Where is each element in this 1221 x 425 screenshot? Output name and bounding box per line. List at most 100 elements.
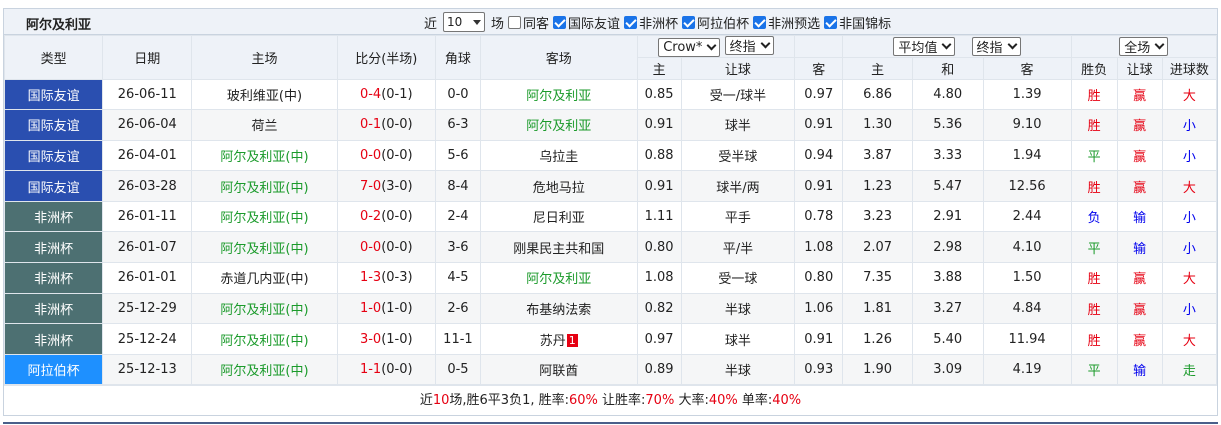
- table-row[interactable]: 非洲杯 26-01-07 阿尔及利亚(中) 0-0(0-0) 3-6 刚果民主共和国 0.8…: [3, 231, 1218, 264]
- league-cell[interactable]: 非洲杯: [3, 292, 104, 325]
- away-team-cell[interactable]: 阿尔及利亚: [479, 109, 638, 141]
- away-team-cell[interactable]: 阿尔及利亚: [479, 78, 638, 111]
- team-title: 阿尔及利亚: [26, 18, 92, 33]
- euro-draw-odds: 3.09: [911, 353, 984, 386]
- home-team[interactable]: 阿尔及利亚(中): [191, 292, 338, 325]
- score-cell[interactable]: 1-0(1-0): [336, 292, 436, 325]
- score-cell[interactable]: 0-0(0-0): [336, 139, 436, 172]
- score-cell[interactable]: 0-0(0-0): [336, 231, 436, 264]
- score-cell[interactable]: 1-1(0-0): [336, 353, 436, 386]
- league-cell[interactable]: 非洲杯: [3, 200, 104, 233]
- table-row[interactable]: 国际友谊 26-06-04 荷兰 0-1(0-0) 6-3 阿尔及利亚 0.91 球半 0.91…: [3, 109, 1218, 141]
- euro-home-odds: 2.07: [842, 231, 913, 264]
- table-row[interactable]: 非洲杯 25-12-24 阿尔及利亚(中) 3-0(1-0) 11-1 苏丹 1 0.97 球半…: [3, 323, 1218, 355]
- result-cell: 胜: [1070, 292, 1118, 325]
- recent-count-select[interactable]: 10: [443, 12, 486, 32]
- home-team[interactable]: 赤道几内亚(中): [191, 262, 338, 294]
- score-cell[interactable]: 0-4(0-1): [336, 78, 436, 111]
- half-time-score: (0-0): [381, 209, 413, 225]
- full-time-score: 1-0: [359, 300, 382, 316]
- result-cell: 胜: [1070, 262, 1118, 294]
- league-cell[interactable]: 国际友谊: [3, 78, 104, 111]
- home-team[interactable]: 阿尔及利亚(中): [191, 170, 338, 202]
- filter-checkbox-afcon-qual[interactable]: [753, 15, 767, 29]
- avg-select[interactable]: 平均值: [893, 37, 956, 56]
- away-team-cell[interactable]: 苏丹 1: [479, 323, 638, 355]
- filter-label-afcon-qual: 非洲预选: [768, 16, 821, 32]
- date-cell: 26-01-07: [102, 231, 193, 264]
- table-row[interactable]: 非洲杯 25-12-29 阿尔及利亚(中) 1-0(1-0) 2-6 布基纳法索 0.82 半…: [3, 292, 1218, 325]
- ah-line: 受一/球半: [680, 78, 796, 111]
- score-cell[interactable]: 7-0(3-0): [336, 170, 436, 202]
- away-team-cell[interactable]: 阿联酋: [479, 353, 638, 386]
- filter-label-arab-cup: 阿拉伯杯: [697, 16, 750, 32]
- handicap-type-select[interactable]: 终指: [724, 36, 774, 55]
- away-team: 阿联酋: [539, 364, 579, 380]
- recent-count-value: 10: [447, 15, 463, 29]
- euro-away-odds: 1.94: [982, 139, 1072, 172]
- euro-away-odds: 9.10: [982, 109, 1072, 141]
- company-value: Crow*: [663, 40, 703, 55]
- ah-line: 平手: [680, 200, 796, 233]
- score-cell[interactable]: 1-3(0-3): [336, 262, 436, 294]
- date-cell: 26-01-11: [102, 200, 193, 233]
- ah-away-odds: 0.91: [794, 323, 844, 355]
- league-cell[interactable]: 阿拉伯杯: [3, 353, 104, 386]
- league-cell[interactable]: 国际友谊: [3, 109, 104, 141]
- table-row[interactable]: 非洲杯 26-01-01 赤道几内亚(中) 1-3(0-3) 4-5 阿尔及利亚 1.08 受…: [3, 262, 1218, 294]
- euro-away-odds: 11.94: [982, 323, 1072, 355]
- away-team-cell[interactable]: 尼日利亚: [479, 200, 638, 233]
- euro-home-odds: 1.30: [842, 109, 913, 141]
- home-team[interactable]: 阿尔及利亚(中): [191, 231, 338, 264]
- league-cell[interactable]: 非洲杯: [3, 323, 104, 355]
- euro-type-select[interactable]: 终指: [971, 37, 1021, 56]
- away-team-cell[interactable]: 布基纳法索: [479, 292, 638, 325]
- away-team-cell[interactable]: 乌拉圭: [479, 139, 638, 172]
- home-team[interactable]: 荷兰: [191, 109, 338, 141]
- away-team-cell[interactable]: 危地马拉: [479, 170, 638, 202]
- recent-matches-panel: 阿尔及利亚 近 10 场 同客 国际友谊 非洲杯 阿拉伯杯 非洲预选 非国锦标: [3, 8, 1218, 417]
- league-cell[interactable]: 国际友谊: [3, 139, 104, 172]
- score-cell[interactable]: 0-1(0-0): [336, 109, 436, 141]
- filter-checkbox-chan[interactable]: [824, 15, 838, 29]
- table-row[interactable]: 阿拉伯杯 25-12-13 阿尔及利亚(中) 1-1(0-0) 0-5 阿联酋 0.89 半球…: [3, 353, 1218, 386]
- home-team[interactable]: 阿尔及利亚(中): [191, 200, 338, 233]
- filter-checkbox-friendly[interactable]: [553, 15, 567, 29]
- corner-cell: 0-0: [434, 78, 481, 111]
- company-select[interactable]: Crow*: [658, 38, 721, 57]
- home-team[interactable]: 玻利维亚(中): [191, 78, 338, 111]
- ah-home-odds: 0.91: [636, 109, 682, 141]
- sub-goals: 进球数: [1161, 57, 1218, 80]
- table-row[interactable]: 国际友谊 26-04-01 阿尔及利亚(中) 0-0(0-0) 5-6 乌拉圭 0.88 受半…: [3, 139, 1218, 172]
- filter-checkbox-afcon[interactable]: [624, 15, 638, 29]
- league-cell[interactable]: 国际友谊: [3, 170, 104, 202]
- home-team[interactable]: 阿尔及利亚(中): [191, 323, 338, 355]
- recent-suffix: 场: [491, 16, 505, 32]
- table-row[interactable]: 国际友谊 26-03-28 阿尔及利亚(中) 7-0(3-0) 8-4 危地马拉 0.91 球…: [3, 170, 1218, 202]
- away-team-cell[interactable]: 阿尔及利亚: [479, 262, 638, 294]
- filter-checkbox-arab-cup[interactable]: [682, 15, 696, 29]
- date-cell: 26-06-04: [102, 109, 193, 141]
- league-cell[interactable]: 非洲杯: [3, 262, 104, 294]
- home-team[interactable]: 阿尔及利亚(中): [191, 139, 338, 172]
- table-row[interactable]: 国际友谊 26-06-11 玻利维亚(中) 0-4(0-1) 0-0 阿尔及利亚 0.85 受…: [3, 78, 1218, 111]
- same-home-checkbox[interactable]: [508, 15, 522, 29]
- score-cell[interactable]: 3-0(1-0): [336, 323, 436, 355]
- euro-home-odds: 3.87: [842, 139, 913, 172]
- half-time-score: (3-0): [381, 178, 413, 194]
- col-away: 客场: [479, 35, 638, 80]
- euro-away-odds: 4.19: [982, 353, 1072, 386]
- home-team[interactable]: 阿尔及利亚(中): [191, 353, 338, 386]
- table-row[interactable]: 非洲杯 26-01-11 阿尔及利亚(中) 0-2(0-0) 2-4 尼日利亚 1.11 平手…: [3, 200, 1218, 233]
- away-team-cell[interactable]: 刚果民主共和国: [479, 231, 638, 264]
- ah-home-odds: 0.80: [636, 231, 682, 264]
- full-time-score: 0-0: [359, 239, 382, 255]
- scope-select[interactable]: 全场: [1119, 37, 1169, 56]
- summary-ah-label: 让胜率:: [597, 393, 646, 409]
- col-score: 比分(半场): [336, 35, 436, 80]
- league-cell[interactable]: 非洲杯: [3, 231, 104, 264]
- score-cell[interactable]: 0-2(0-0): [336, 200, 436, 233]
- half-time-score: (1-0): [381, 300, 413, 316]
- away-team: 刚果民主共和国: [513, 241, 605, 257]
- date-cell: 26-01-01: [102, 262, 193, 294]
